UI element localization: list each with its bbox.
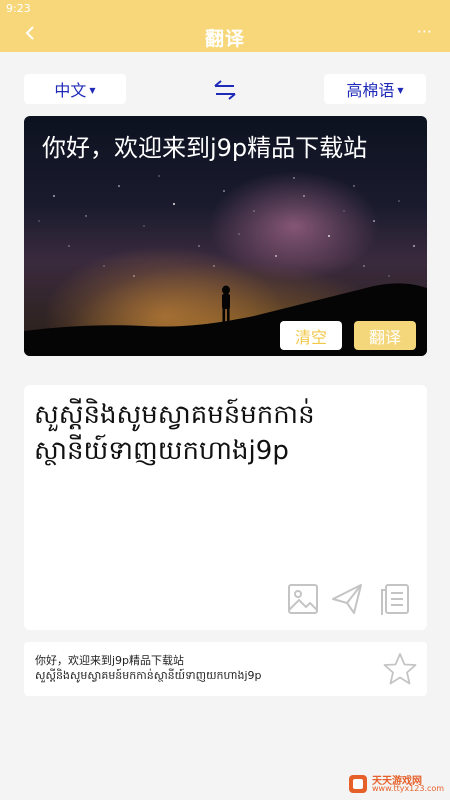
page-title: 翻译	[204, 28, 245, 50]
translate-button[interactable]: 翻译	[354, 321, 416, 350]
more-icon[interactable]: ···	[417, 22, 432, 41]
star-favorite-icon[interactable]	[383, 652, 417, 686]
send-icon[interactable]	[330, 582, 364, 616]
clear-button[interactable]: 清空	[280, 321, 342, 350]
history-translation-text: សួស្តីនិងសូមស្វាគមន៍មកកាន់ស្ថានីយ៍ទាញយកហ…	[35, 669, 262, 682]
status-bar: 9:23	[0, 0, 450, 18]
chevron-down-icon: ▼	[89, 85, 96, 95]
translation-result-text: សួស្តីនិងសូមស្វាគមន៍មកកាន់ស្ថានីយ៍ទាញយកហ…	[34, 400, 315, 466]
app-bar: 翻译 ···	[0, 18, 450, 52]
copy-document-icon[interactable]	[378, 582, 412, 616]
status-time: 9:23	[6, 2, 31, 15]
source-language-label: 中文	[54, 81, 87, 100]
history-item[interactable]: 你好，欢迎来到j9p精品下载站 សួស្តីនិងសូមស្វាគមន៍មកកា…	[24, 642, 427, 696]
result-card: សួស្តីនិងសូមស្វាគមន៍មកកាន់ស្ថានីយ៍ទាញយកហ…	[24, 385, 427, 630]
history-source-text: 你好，欢迎来到j9p精品下载站	[35, 654, 185, 667]
swap-languages-icon[interactable]	[212, 80, 238, 100]
source-language-selector[interactable]: 中文 ▼	[24, 74, 126, 104]
source-text[interactable]: 你好，欢迎来到j9p精品下载站	[42, 132, 417, 164]
target-language-label: 高棉语	[346, 81, 395, 100]
input-card: 你好，欢迎来到j9p精品下载站 清空 翻译	[24, 116, 427, 356]
image-icon[interactable]	[286, 582, 320, 616]
watermark-url: www.ttyx123.com	[372, 784, 445, 793]
site-watermark: 天天游戏网 www.ttyx123.com	[346, 772, 446, 796]
target-language-selector[interactable]: 高棉语 ▼	[324, 74, 426, 104]
watermark-logo-icon	[349, 775, 367, 793]
chevron-down-icon: ▼	[397, 85, 404, 95]
